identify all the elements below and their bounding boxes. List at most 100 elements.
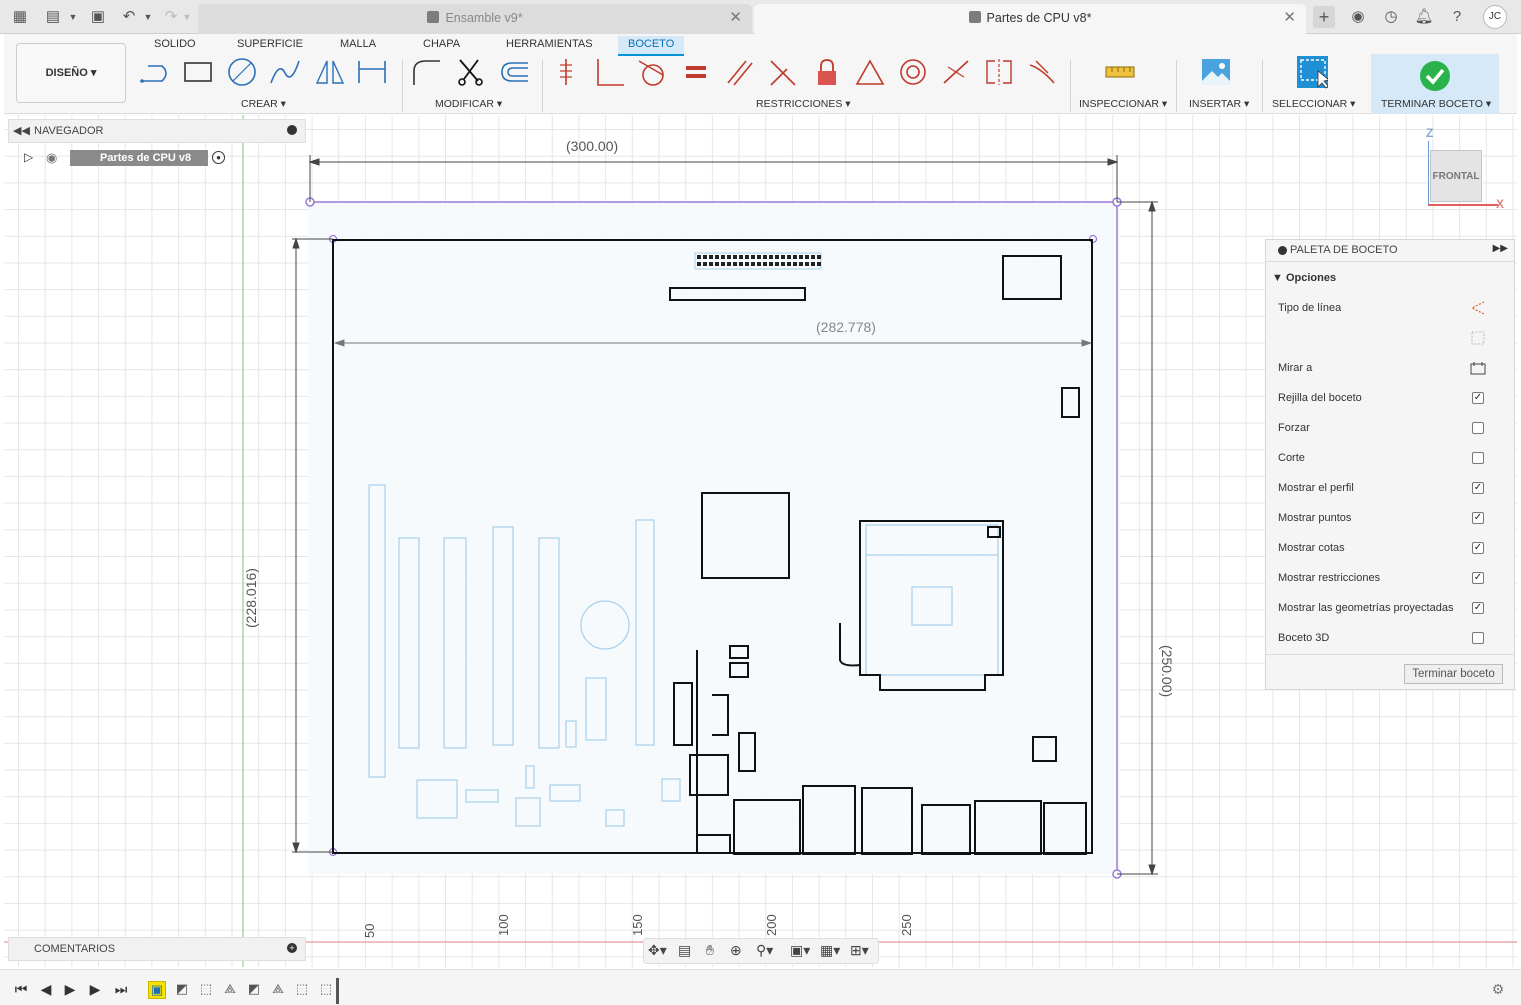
tangent-constraint-icon[interactable]	[637, 54, 669, 90]
pan-hand-icon[interactable]: ✋︎	[706, 942, 714, 959]
offset-tool-icon[interactable]	[498, 54, 530, 90]
finish-sketch-button[interactable]: Terminar boceto	[1404, 664, 1503, 684]
timeline-marker[interactable]	[336, 978, 339, 1004]
show-profile-checkbox[interactable]: ✓	[1472, 482, 1484, 494]
add-comment-icon[interactable]: +	[287, 943, 297, 953]
horizontal-vertical-constraint-icon[interactable]	[550, 54, 582, 90]
line-tool-icon[interactable]	[140, 54, 172, 90]
dim-left-label[interactable]: (228.016)	[243, 568, 259, 628]
close-tab-icon[interactable]: ✕	[729, 4, 742, 32]
options-section[interactable]: ▼ Opciones	[1272, 272, 1336, 284]
group-terminar-boceto[interactable]: TERMINAR BOCETO ▾	[1381, 98, 1491, 110]
group-crear[interactable]: CREAR ▾	[241, 98, 286, 110]
dim-top-label[interactable]: (300.00)	[566, 138, 618, 154]
close-tab-icon[interactable]: ✕	[1283, 4, 1296, 32]
viewcube[interactable]: Z X FRONTAL	[1418, 126, 1508, 214]
job-status-icon[interactable]: ◷	[1380, 8, 1402, 26]
viewcube-front-face[interactable]: FRONTAL	[1430, 150, 1482, 202]
group-modificar[interactable]: MODIFICAR ▾	[435, 98, 502, 110]
look-at-icon[interactable]: ▤	[678, 942, 691, 959]
group-inspeccionar[interactable]: INSPECCIONAR ▾	[1079, 98, 1167, 110]
timeline-feature-icon[interactable]: ◩	[173, 981, 191, 999]
dim-right-label[interactable]: (250.00)	[1159, 645, 1175, 697]
show-projected-checkbox[interactable]: ✓	[1472, 602, 1484, 614]
group-seleccionar[interactable]: SELECCIONAR ▾	[1272, 98, 1355, 110]
sketch-grid-checkbox[interactable]: ✓	[1472, 392, 1484, 404]
tab-partes-cpu[interactable]: Partes de CPU v8* ✕	[754, 4, 1306, 34]
extensions-icon[interactable]: ◉	[1347, 8, 1369, 26]
timeline-sketch-feature-icon[interactable]: ▣	[148, 981, 166, 999]
step-forward-icon[interactable]: ▶	[86, 980, 104, 998]
measure-ruler-icon[interactable]	[1104, 54, 1136, 90]
fillet-tool-icon[interactable]	[410, 54, 442, 90]
dim-inner-label[interactable]: (282.778)	[816, 319, 876, 335]
fix-lock-icon[interactable]	[811, 54, 843, 90]
curvature-constraint-icon[interactable]	[1026, 54, 1058, 90]
tab-malla[interactable]: MALLA	[340, 36, 376, 56]
timeline-feature-icon[interactable]: ⬚	[293, 981, 311, 999]
slice-checkbox[interactable]	[1472, 452, 1484, 464]
activate-radio-icon[interactable]: ●	[212, 151, 225, 164]
perpendicular-constraint-icon[interactable]	[767, 54, 799, 90]
orbit-icon[interactable]: ✥▾	[648, 942, 667, 959]
rectangle-tool-icon[interactable]	[182, 54, 214, 90]
collapse-panel-icon[interactable]: ◀◀	[13, 120, 30, 142]
file-menu-icon[interactable]: ▤	[42, 8, 64, 26]
insert-image-icon[interactable]	[1200, 54, 1232, 90]
root-component-label[interactable]: Partes de CPU v8	[70, 150, 208, 166]
timeline-feature-icon[interactable]: ⟁	[269, 981, 287, 999]
circle-tool-icon[interactable]	[226, 54, 258, 90]
apps-grid-icon[interactable]: ▦	[9, 8, 31, 26]
notifications-icon[interactable]: 🔔︎	[1413, 8, 1435, 26]
tab-boceto[interactable]: BOCETO	[618, 36, 685, 56]
timeline-feature-icon[interactable]: ◩	[245, 981, 263, 999]
midpoint-constraint-icon[interactable]	[854, 54, 886, 90]
fit-zoom-icon[interactable]: ⚲▾	[756, 942, 773, 959]
linetype-icon[interactable]	[1470, 300, 1486, 316]
save-icon[interactable]: ▣	[87, 8, 109, 26]
timeline-feature-icon[interactable]: ⟁	[221, 981, 239, 999]
show-points-checkbox[interactable]: ✓	[1472, 512, 1484, 524]
collinear-constraint-icon[interactable]	[940, 54, 972, 90]
palette-expand-icon[interactable]: ▶▶	[1493, 243, 1508, 254]
concentric-constraint-icon[interactable]	[897, 54, 929, 90]
zoom-icon[interactable]: ⊕	[730, 942, 742, 959]
finish-sketch-area[interactable]: TERMINAR BOCETO ▾	[1371, 54, 1499, 114]
tab-chapa[interactable]: CHAPA	[423, 36, 460, 56]
viewports-icon[interactable]: ⊞▾	[850, 942, 869, 959]
new-tab-icon[interactable]: +	[1313, 6, 1335, 28]
select-window-icon[interactable]	[1296, 54, 1328, 90]
construction-icon[interactable]	[1470, 330, 1486, 346]
browser-root-node[interactable]: ▷ ◉ Partes de CPU v8 ●	[24, 150, 234, 168]
palette-pin-icon[interactable]	[1278, 246, 1287, 255]
group-insertar[interactable]: INSERTAR ▾	[1189, 98, 1249, 110]
symmetry-constraint-icon[interactable]	[983, 54, 1015, 90]
file-dropdown-icon[interactable]: ▼	[62, 8, 84, 26]
equal-constraint-icon[interactable]	[680, 54, 712, 90]
tab-superficie[interactable]: SUPERFICIE	[237, 36, 303, 56]
tab-solido[interactable]: SOLIDO	[154, 36, 196, 56]
coincident-constraint-icon[interactable]	[594, 54, 626, 90]
show-dimensions-checkbox[interactable]: ✓	[1472, 542, 1484, 554]
spline-tool-icon[interactable]	[269, 54, 301, 90]
step-back-icon[interactable]: ◀	[37, 980, 55, 998]
group-restricciones[interactable]: RESTRICCIONES ▾	[756, 98, 851, 110]
redo-dropdown-icon[interactable]: ▼	[176, 8, 198, 26]
mirror-tool-icon[interactable]	[314, 54, 346, 90]
show-constraints-checkbox[interactable]: ✓	[1472, 572, 1484, 584]
panel-pin-icon[interactable]	[287, 125, 297, 135]
grid-settings-icon[interactable]: ▦▾	[820, 942, 840, 959]
undo-dropdown-icon[interactable]: ▼	[137, 8, 159, 26]
display-settings-icon[interactable]: ▣▾	[790, 942, 810, 959]
tab-herramientas[interactable]: HERRAMIENTAS	[506, 36, 593, 56]
visibility-eye-icon[interactable]: ◉	[46, 150, 57, 166]
timeline-feature-icon[interactable]: ⬚	[197, 981, 215, 999]
user-avatar[interactable]: JC	[1483, 5, 1507, 29]
expand-triangle-icon[interactable]: ▷	[24, 150, 33, 164]
tab-ensamble[interactable]: Ensamble v9* ✕	[198, 4, 752, 34]
snap-checkbox[interactable]	[1472, 422, 1484, 434]
trim-scissors-icon[interactable]	[454, 54, 486, 90]
go-to-start-icon[interactable]: ⏮	[12, 980, 30, 998]
workspace-switcher[interactable]: DISEÑO ▾	[16, 43, 126, 103]
help-icon[interactable]: ?	[1446, 8, 1468, 26]
